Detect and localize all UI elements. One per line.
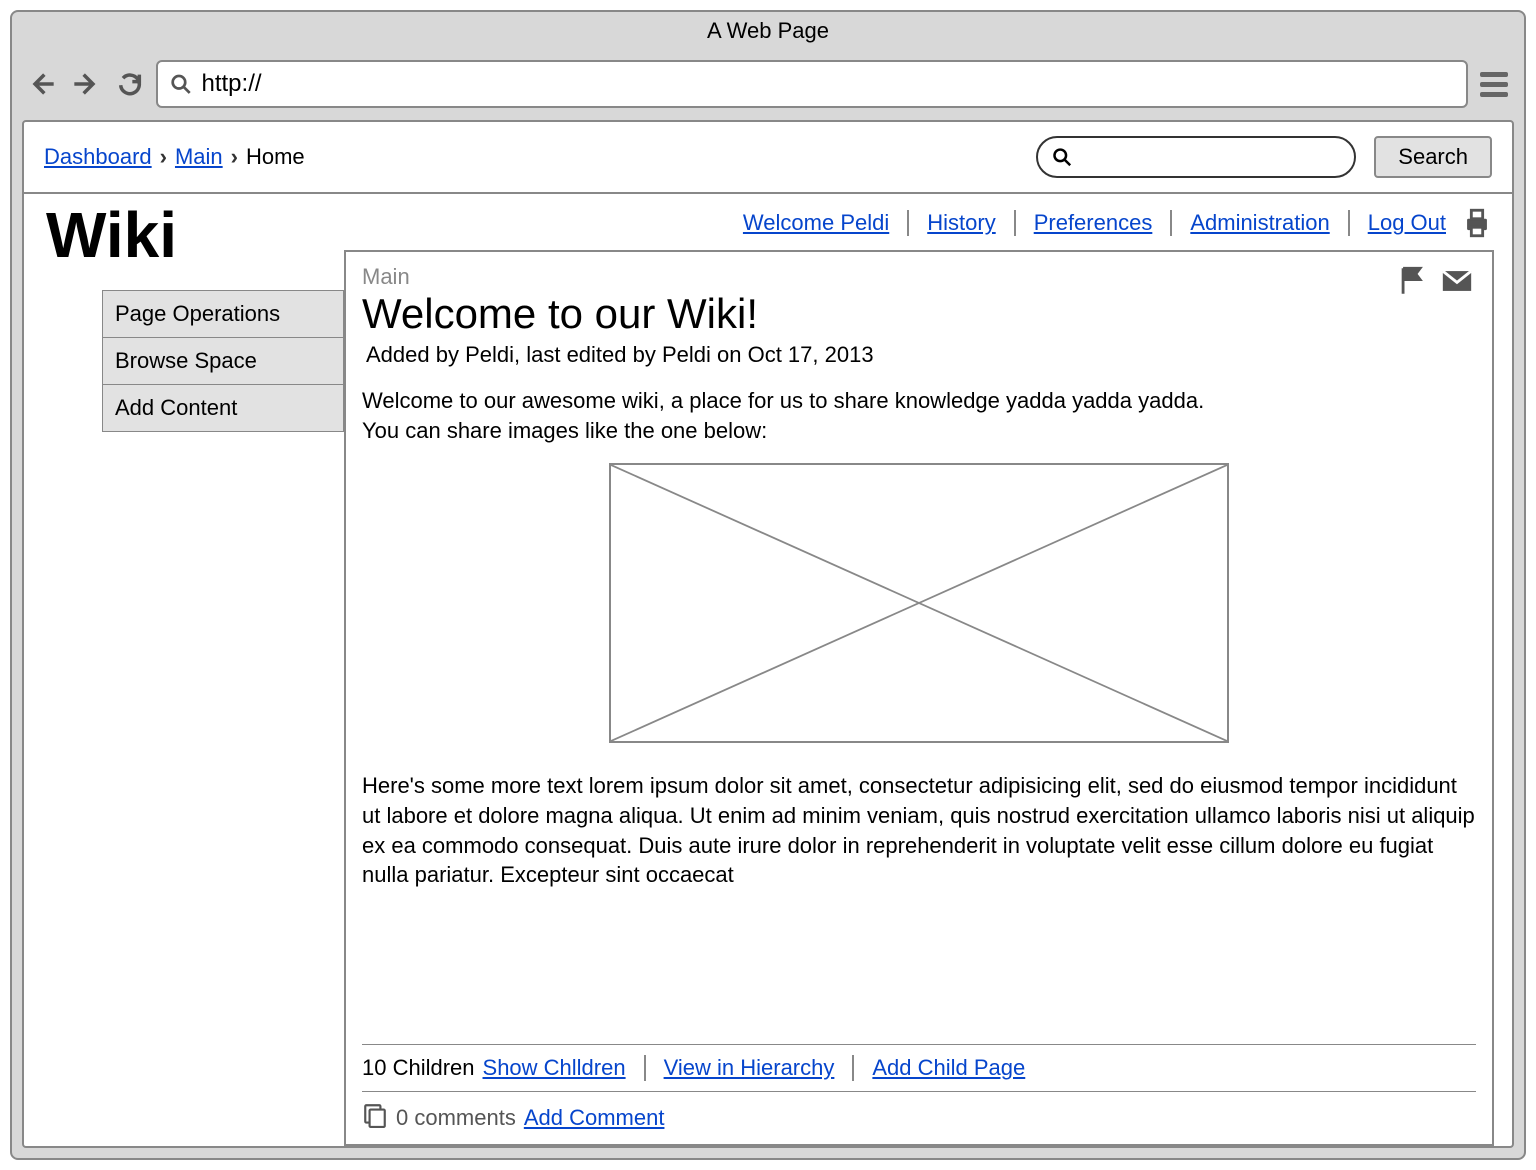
search-icon (170, 73, 192, 95)
article-body: Welcome to our awesome wiki, a place for… (362, 386, 1476, 1034)
sidebar-item-page-operations[interactable]: Page Operations (102, 290, 344, 338)
sidebar-item-add-content[interactable]: Add Content (102, 384, 344, 432)
breadcrumb-current: Home (246, 144, 305, 170)
link-history[interactable]: History (909, 210, 1015, 236)
print-icon[interactable] (1456, 206, 1494, 240)
children-count: 10 Children (362, 1055, 483, 1081)
link-view-hierarchy[interactable]: View in Hierarchy (646, 1055, 855, 1081)
link-welcome-user[interactable]: Welcome Peldi (725, 210, 909, 236)
space-label: Main (362, 264, 874, 290)
search-area: Search (1036, 136, 1492, 178)
search-input[interactable] (1080, 145, 1340, 170)
intro-line-1: Welcome to our awesome wiki, a place for… (362, 386, 1476, 416)
article-header: Main Welcome to our Wiki! Added by Peldi… (362, 264, 1476, 386)
comments-count: 0 comments (396, 1105, 516, 1131)
link-add-child-page[interactable]: Add Child Page (854, 1055, 1043, 1081)
comments-icon (362, 1102, 388, 1134)
link-logout[interactable]: Log Out (1350, 210, 1456, 236)
browser-title: A Web Page (12, 12, 1524, 54)
search-button[interactable]: Search (1374, 136, 1492, 178)
mail-icon[interactable] (1438, 264, 1476, 298)
link-add-comment[interactable]: Add Comment (524, 1105, 665, 1131)
article-action-icons (1396, 264, 1476, 298)
site-title: Wiki (46, 198, 344, 272)
lorem-text: Here's some more text lorem ipsum dolor … (362, 771, 1476, 890)
utility-links: Welcome Peldi History Preferences Admini… (344, 194, 1494, 250)
article-title: Welcome to our Wiki! (362, 290, 874, 338)
topbar: Dashboard › Main › Home Search (24, 122, 1512, 194)
link-administration[interactable]: Administration (1172, 210, 1349, 236)
left-column: Wiki Page Operations Browse Space Add Co… (24, 194, 344, 1146)
url-bar[interactable] (156, 60, 1468, 108)
breadcrumb: Dashboard › Main › Home (44, 144, 305, 170)
intro-line-2: You can share images like the one below: (362, 416, 1476, 446)
main-area: Wiki Page Operations Browse Space Add Co… (24, 194, 1512, 1146)
image-placeholder (609, 463, 1229, 743)
search-field[interactable] (1036, 136, 1356, 178)
browser-toolbar (12, 54, 1524, 120)
page-content: Dashboard › Main › Home Search Wiki Page… (22, 120, 1514, 1148)
breadcrumb-dashboard[interactable]: Dashboard (44, 144, 152, 170)
side-menu: Page Operations Browse Space Add Content (102, 290, 344, 432)
breadcrumb-sep: › (231, 144, 238, 170)
hamburger-icon[interactable] (1476, 66, 1512, 102)
sidebar-item-browse-space[interactable]: Browse Space (102, 337, 344, 385)
reload-icon[interactable] (112, 66, 148, 102)
right-column: Welcome Peldi History Preferences Admini… (344, 194, 1512, 1146)
search-icon (1052, 146, 1072, 168)
flag-icon[interactable] (1396, 264, 1430, 298)
breadcrumb-main[interactable]: Main (175, 144, 223, 170)
url-input[interactable] (200, 69, 1455, 99)
forward-icon[interactable] (68, 66, 104, 102)
breadcrumb-sep: › (160, 144, 167, 170)
link-preferences[interactable]: Preferences (1016, 210, 1173, 236)
back-icon[interactable] (24, 66, 60, 102)
browser-window: A Web Page Dashboard › Main › Home (10, 10, 1526, 1160)
children-bar: 10 Children Show Chlldren View in Hierar… (362, 1044, 1476, 1092)
comments-bar: 0 comments Add Comment (362, 1092, 1476, 1134)
article-panel: Main Welcome to our Wiki! Added by Peldi… (344, 250, 1494, 1146)
article-byline: Added by Peldi, last edited by Peldi on … (366, 342, 874, 368)
link-show-children[interactable]: Show Chlldren (483, 1055, 646, 1081)
